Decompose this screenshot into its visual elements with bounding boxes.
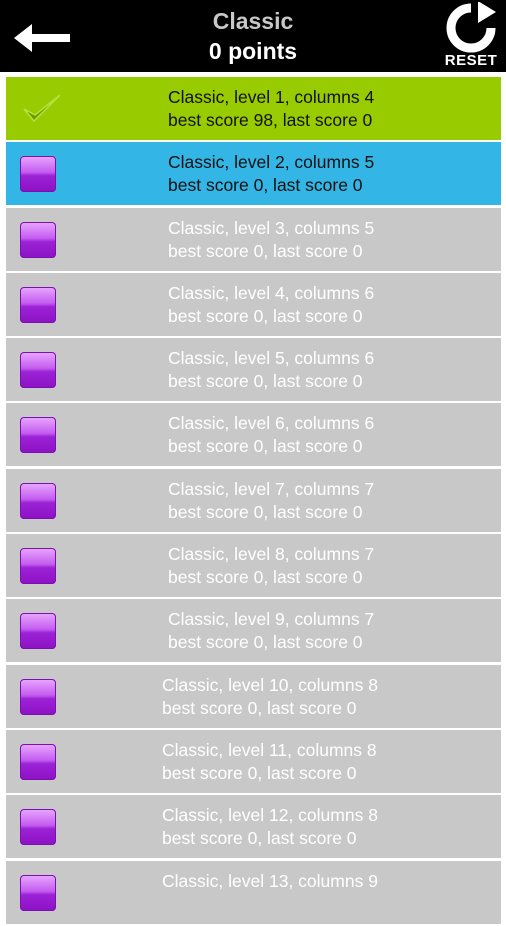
purple-box-icon [20,809,56,846]
level-title: Classic, level 5, columns 6 [168,348,375,369]
level-row-11[interactable]: Classic, level 11, columns 8 best score 0… [6,729,501,793]
level-title: Classic, level 11, columns 8 [162,739,377,760]
level-scores: best score 98, last score 0 [168,110,373,130]
level-title: Classic, level 9, columns 7 [168,609,375,630]
checkmark-icon [23,94,61,123]
back-button[interactable] [12,20,74,56]
reset-button[interactable]: RESET [438,2,504,70]
purple-box-icon [20,286,56,323]
level-info: Classic, level 12, columns 8 best score 0… [162,804,378,850]
level-scores: best score 0, last score 0 [162,697,357,718]
reset-label: RESET [444,52,498,69]
level-row-3[interactable]: Classic, level 3, columns 5 best score 0,… [6,207,501,271]
level-scores: best score 0, last score 0 [162,828,357,849]
level-title: Classic, level 12, columns 8 [162,805,378,826]
purple-box-icon [20,678,56,715]
purple-box-icon [20,548,56,585]
level-info: Classic, level 6, columns 6 best score 0,… [168,412,374,458]
level-info: Classic, level 3, columns 5 best score 0,… [168,217,374,263]
level-list: Classic, level 1, columns 4 best score 98… [6,77,501,926]
level-scores: best score 0, last score 0 [168,567,363,588]
level-title: Classic, level 10, columns 8 [162,674,378,695]
purple-box-icon [20,613,56,650]
purple-box-icon [20,743,56,780]
purple-box-icon [20,874,56,911]
level-row-12[interactable]: Classic, level 12, columns 8 best score 0… [6,795,501,859]
points-label: 0 points [208,38,298,64]
level-info: Classic, level 7, columns 7 best score 0,… [168,478,374,524]
level-info: Classic, level 11, columns 8 best score 0… [162,739,377,785]
refresh-icon [446,2,496,53]
level-title: Classic, level 13, columns 9 [162,870,378,891]
level-row-4[interactable]: Classic, level 4, columns 6 best score 0,… [6,272,501,336]
level-row-13[interactable]: Classic, level 13, columns 9 [6,860,501,924]
level-title: Classic, level 3, columns 5 [168,217,375,238]
purple-box-icon [20,417,56,454]
purple-box-icon [20,156,56,193]
level-row-8[interactable]: Classic, level 8, columns 7 best score 0,… [6,534,501,598]
level-scores: best score 0, last score 0 [168,305,363,326]
purple-box-icon [20,352,56,389]
level-row-1[interactable]: Classic, level 1, columns 4 best score 98… [6,77,501,140]
level-title: Classic, level 7, columns 7 [168,478,375,499]
level-info: Classic, level 1, columns 4 best score 98… [168,86,374,132]
level-title: Classic, level 2, columns 5 [168,152,375,173]
level-info: Classic, level 4, columns 6 best score 0,… [168,282,374,328]
level-title: Classic, level 8, columns 7 [168,544,375,565]
level-info: Classic, level 9, columns 7 best score 0,… [168,608,374,654]
level-row-2[interactable]: Classic, level 2, columns 5 best score 0,… [6,142,501,206]
level-info: Classic, level 13, columns 9 [162,870,378,893]
level-row-5[interactable]: Classic, level 5, columns 6 best score 0,… [6,338,501,402]
level-row-7[interactable]: Classic, level 7, columns 7 best score 0,… [6,468,501,532]
level-scores: best score 0, last score 0 [168,436,363,457]
header-titles: Classic 0 points [120,6,386,66]
level-title: Classic, level 6, columns 6 [168,413,375,434]
purple-box-icon [20,221,56,258]
level-scores: best score 0, last score 0 [168,371,363,392]
level-scores: best score 0, last score 0 [168,240,363,261]
level-scores: best score 0, last score 0 [168,501,363,522]
page-title: Classic [212,8,294,34]
purple-box-icon [20,482,56,519]
arrow-left-icon [14,24,70,52]
level-title: Classic, level 1, columns 4 [168,87,375,107]
level-scores: best score 0, last score 0 [162,762,357,783]
level-scores: best score 0, last score 0 [168,632,363,653]
level-row-10[interactable]: Classic, level 10, columns 8 best score 0… [6,664,501,728]
level-title: Classic, level 4, columns 6 [168,282,375,303]
level-row-9[interactable]: Classic, level 9, columns 7 best score 0,… [6,599,501,663]
top-bar: Classic 0 points RESET [0,0,506,72]
level-info: Classic, level 2, columns 5 best score 0,… [168,151,374,197]
level-scores: best score 0, last score 0 [168,175,363,196]
level-row-6[interactable]: Classic, level 6, columns 6 best score 0,… [6,403,501,467]
level-info: Classic, level 5, columns 6 best score 0,… [168,347,374,393]
level-info: Classic, level 8, columns 7 best score 0,… [168,543,374,589]
level-info: Classic, level 10, columns 8 best score 0… [162,674,378,720]
